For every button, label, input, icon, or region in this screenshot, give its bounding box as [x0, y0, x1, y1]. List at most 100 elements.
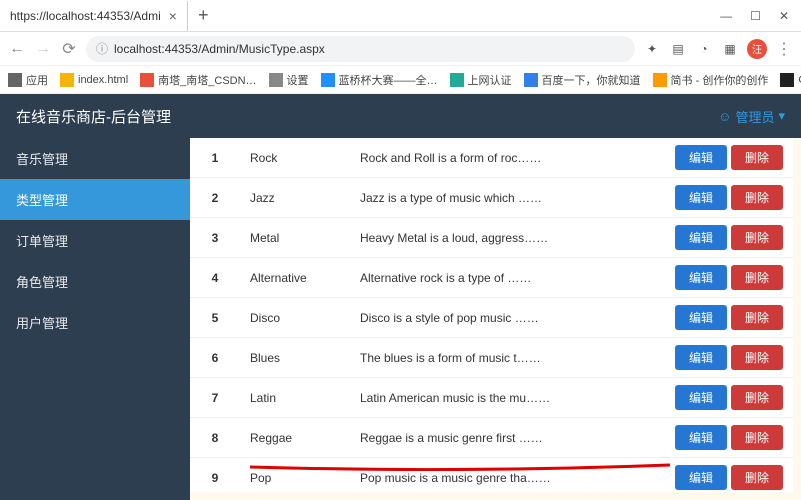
- cell-desc: The blues is a form of music t……: [350, 338, 643, 378]
- cell-id: 3: [190, 218, 240, 258]
- edit-button[interactable]: 编辑: [675, 385, 727, 410]
- sidebar-item[interactable]: 角色管理: [0, 261, 190, 302]
- forward-icon[interactable]: →: [34, 40, 52, 58]
- cell-id: 9: [190, 458, 240, 493]
- bookmarks-bar: 应用 index.html 南塔_南塔_CSDN… 设置蓝桥杯大赛——全… 上网认证百度…: [0, 66, 801, 94]
- bookmark-item[interactable]: 蓝桥杯大赛——全…: [321, 72, 438, 88]
- bookmark-item[interactable]: 设置: [269, 72, 309, 88]
- profile-avatar[interactable]: 汪: [747, 39, 767, 59]
- cell-actions: 编辑删除: [643, 138, 793, 178]
- cell-name: Reggae: [240, 418, 350, 458]
- edit-button[interactable]: 编辑: [675, 145, 727, 170]
- cell-desc: Rock and Roll is a form of roc……: [350, 138, 643, 178]
- bookmark-item[interactable]: 上网认证: [450, 72, 512, 88]
- sidebar-item[interactable]: 订单管理: [0, 220, 190, 261]
- cell-actions: 编辑删除: [643, 218, 793, 258]
- edit-button[interactable]: 编辑: [675, 465, 727, 490]
- bookmark-item[interactable]: 南塔_南塔_CSDN…: [140, 72, 256, 88]
- bookmark-item[interactable]: GitHub: [780, 73, 801, 87]
- cell-actions: 编辑删除: [643, 178, 793, 218]
- edit-button[interactable]: 编辑: [675, 185, 727, 210]
- bookmark-item[interactable]: index.html: [60, 73, 128, 87]
- cell-name: Latin: [240, 378, 350, 418]
- delete-button[interactable]: 删除: [731, 465, 783, 490]
- lock-icon: ⓘ: [96, 40, 108, 57]
- extension-icon[interactable]: ▤: [669, 40, 687, 58]
- table-row: 5DiscoDisco is a style of pop music ……编辑…: [190, 298, 793, 338]
- cell-id: 5: [190, 298, 240, 338]
- sidebar: 音乐管理类型管理订单管理角色管理用户管理: [0, 138, 190, 500]
- table-row: 4AlternativeAlternative rock is a type o…: [190, 258, 793, 298]
- type-table: 1RockRock and Roll is a form of roc……编辑删…: [190, 138, 793, 492]
- extension-icon[interactable]: ▦: [721, 40, 739, 58]
- annotation-underline: [250, 460, 670, 468]
- extension-icon[interactable]: ◔: [695, 40, 713, 58]
- table-row: 2JazzJazz is a type of music which ……编辑删…: [190, 178, 793, 218]
- edit-button[interactable]: 编辑: [675, 265, 727, 290]
- table-row: 7LatinLatin American music is the mu……编辑…: [190, 378, 793, 418]
- cell-name: Rock: [240, 138, 350, 178]
- maximize-icon[interactable]: ☐: [750, 9, 761, 23]
- sidebar-item[interactable]: 用户管理: [0, 302, 190, 343]
- cell-desc: Jazz is a type of music which ……: [350, 178, 643, 218]
- browser-titlebar: https://localhost:44353/Admi × + — ☐ ✕: [0, 0, 801, 32]
- bookmark-item[interactable]: 百度一下，你就知道: [524, 72, 641, 88]
- cell-actions: 编辑删除: [643, 298, 793, 338]
- reload-icon[interactable]: ⟳: [60, 39, 78, 59]
- address-bar: ← → ⟳ ⓘ localhost:44353/Admin/MusicType.…: [0, 32, 801, 66]
- cell-actions: 编辑删除: [643, 258, 793, 298]
- cell-name: Jazz: [240, 178, 350, 218]
- delete-button[interactable]: 删除: [731, 145, 783, 170]
- edit-button[interactable]: 编辑: [675, 305, 727, 330]
- cell-name: Blues: [240, 338, 350, 378]
- app-body: 音乐管理类型管理订单管理角色管理用户管理 1RockRock and Roll …: [0, 138, 801, 500]
- content-area: 1RockRock and Roll is a form of roc……编辑删…: [190, 138, 793, 492]
- sidebar-item[interactable]: 类型管理: [0, 179, 190, 220]
- extension-icon[interactable]: ✦: [643, 40, 661, 58]
- bookmark-item[interactable]: 简书 - 创作你的创作: [653, 72, 769, 88]
- table-row: 8ReggaeReggae is a music genre first ……编…: [190, 418, 793, 458]
- cell-name: Disco: [240, 298, 350, 338]
- cell-actions: 编辑删除: [643, 418, 793, 458]
- delete-button[interactable]: 删除: [731, 425, 783, 450]
- page: 在线音乐商店-后台管理 ☺ 管理员 ▾ 音乐管理类型管理订单管理角色管理用户管理…: [0, 94, 801, 500]
- cell-desc: Disco is a style of pop music ……: [350, 298, 643, 338]
- table-row: 1RockRock and Roll is a form of roc……编辑删…: [190, 138, 793, 178]
- cell-id: 1: [190, 138, 240, 178]
- table-row: 3MetalHeavy Metal is a loud, aggress……编辑…: [190, 218, 793, 258]
- edit-button[interactable]: 编辑: [675, 425, 727, 450]
- brand-title: 在线音乐商店-后台管理: [16, 106, 171, 127]
- browser-tab[interactable]: https://localhost:44353/Admi ×: [0, 1, 188, 31]
- delete-button[interactable]: 删除: [731, 225, 783, 250]
- menu-icon[interactable]: ⋮: [775, 39, 793, 59]
- cell-name: Metal: [240, 218, 350, 258]
- cell-desc: Heavy Metal is a loud, aggress……: [350, 218, 643, 258]
- sidebar-item[interactable]: 音乐管理: [0, 138, 190, 179]
- cell-desc: Alternative rock is a type of ……: [350, 258, 643, 298]
- table-row: 6BluesThe blues is a form of music t……编辑…: [190, 338, 793, 378]
- url-text: localhost:44353/Admin/MusicType.aspx: [114, 42, 325, 56]
- close-window-icon[interactable]: ✕: [779, 9, 789, 23]
- minimize-icon[interactable]: —: [720, 9, 732, 23]
- close-tab-icon[interactable]: ×: [169, 8, 177, 24]
- chevron-down-icon: ▾: [778, 108, 785, 124]
- apps-button[interactable]: 应用: [8, 72, 48, 88]
- delete-button[interactable]: 删除: [731, 185, 783, 210]
- edit-button[interactable]: 编辑: [675, 345, 727, 370]
- new-tab-button[interactable]: +: [188, 5, 219, 26]
- cell-name: Alternative: [240, 258, 350, 298]
- user-icon: ☺: [718, 109, 731, 124]
- tab-title: https://localhost:44353/Admi: [10, 9, 161, 23]
- cell-actions: 编辑删除: [643, 338, 793, 378]
- delete-button[interactable]: 删除: [731, 305, 783, 330]
- admin-link[interactable]: ☺ 管理员 ▾: [718, 107, 785, 126]
- delete-button[interactable]: 删除: [731, 265, 783, 290]
- edit-button[interactable]: 编辑: [675, 225, 727, 250]
- url-field[interactable]: ⓘ localhost:44353/Admin/MusicType.aspx: [86, 36, 635, 62]
- delete-button[interactable]: 删除: [731, 345, 783, 370]
- back-icon[interactable]: ←: [8, 40, 26, 58]
- cell-actions: 编辑删除: [643, 378, 793, 418]
- delete-button[interactable]: 删除: [731, 385, 783, 410]
- cell-id: 4: [190, 258, 240, 298]
- cell-desc: Latin American music is the mu……: [350, 378, 643, 418]
